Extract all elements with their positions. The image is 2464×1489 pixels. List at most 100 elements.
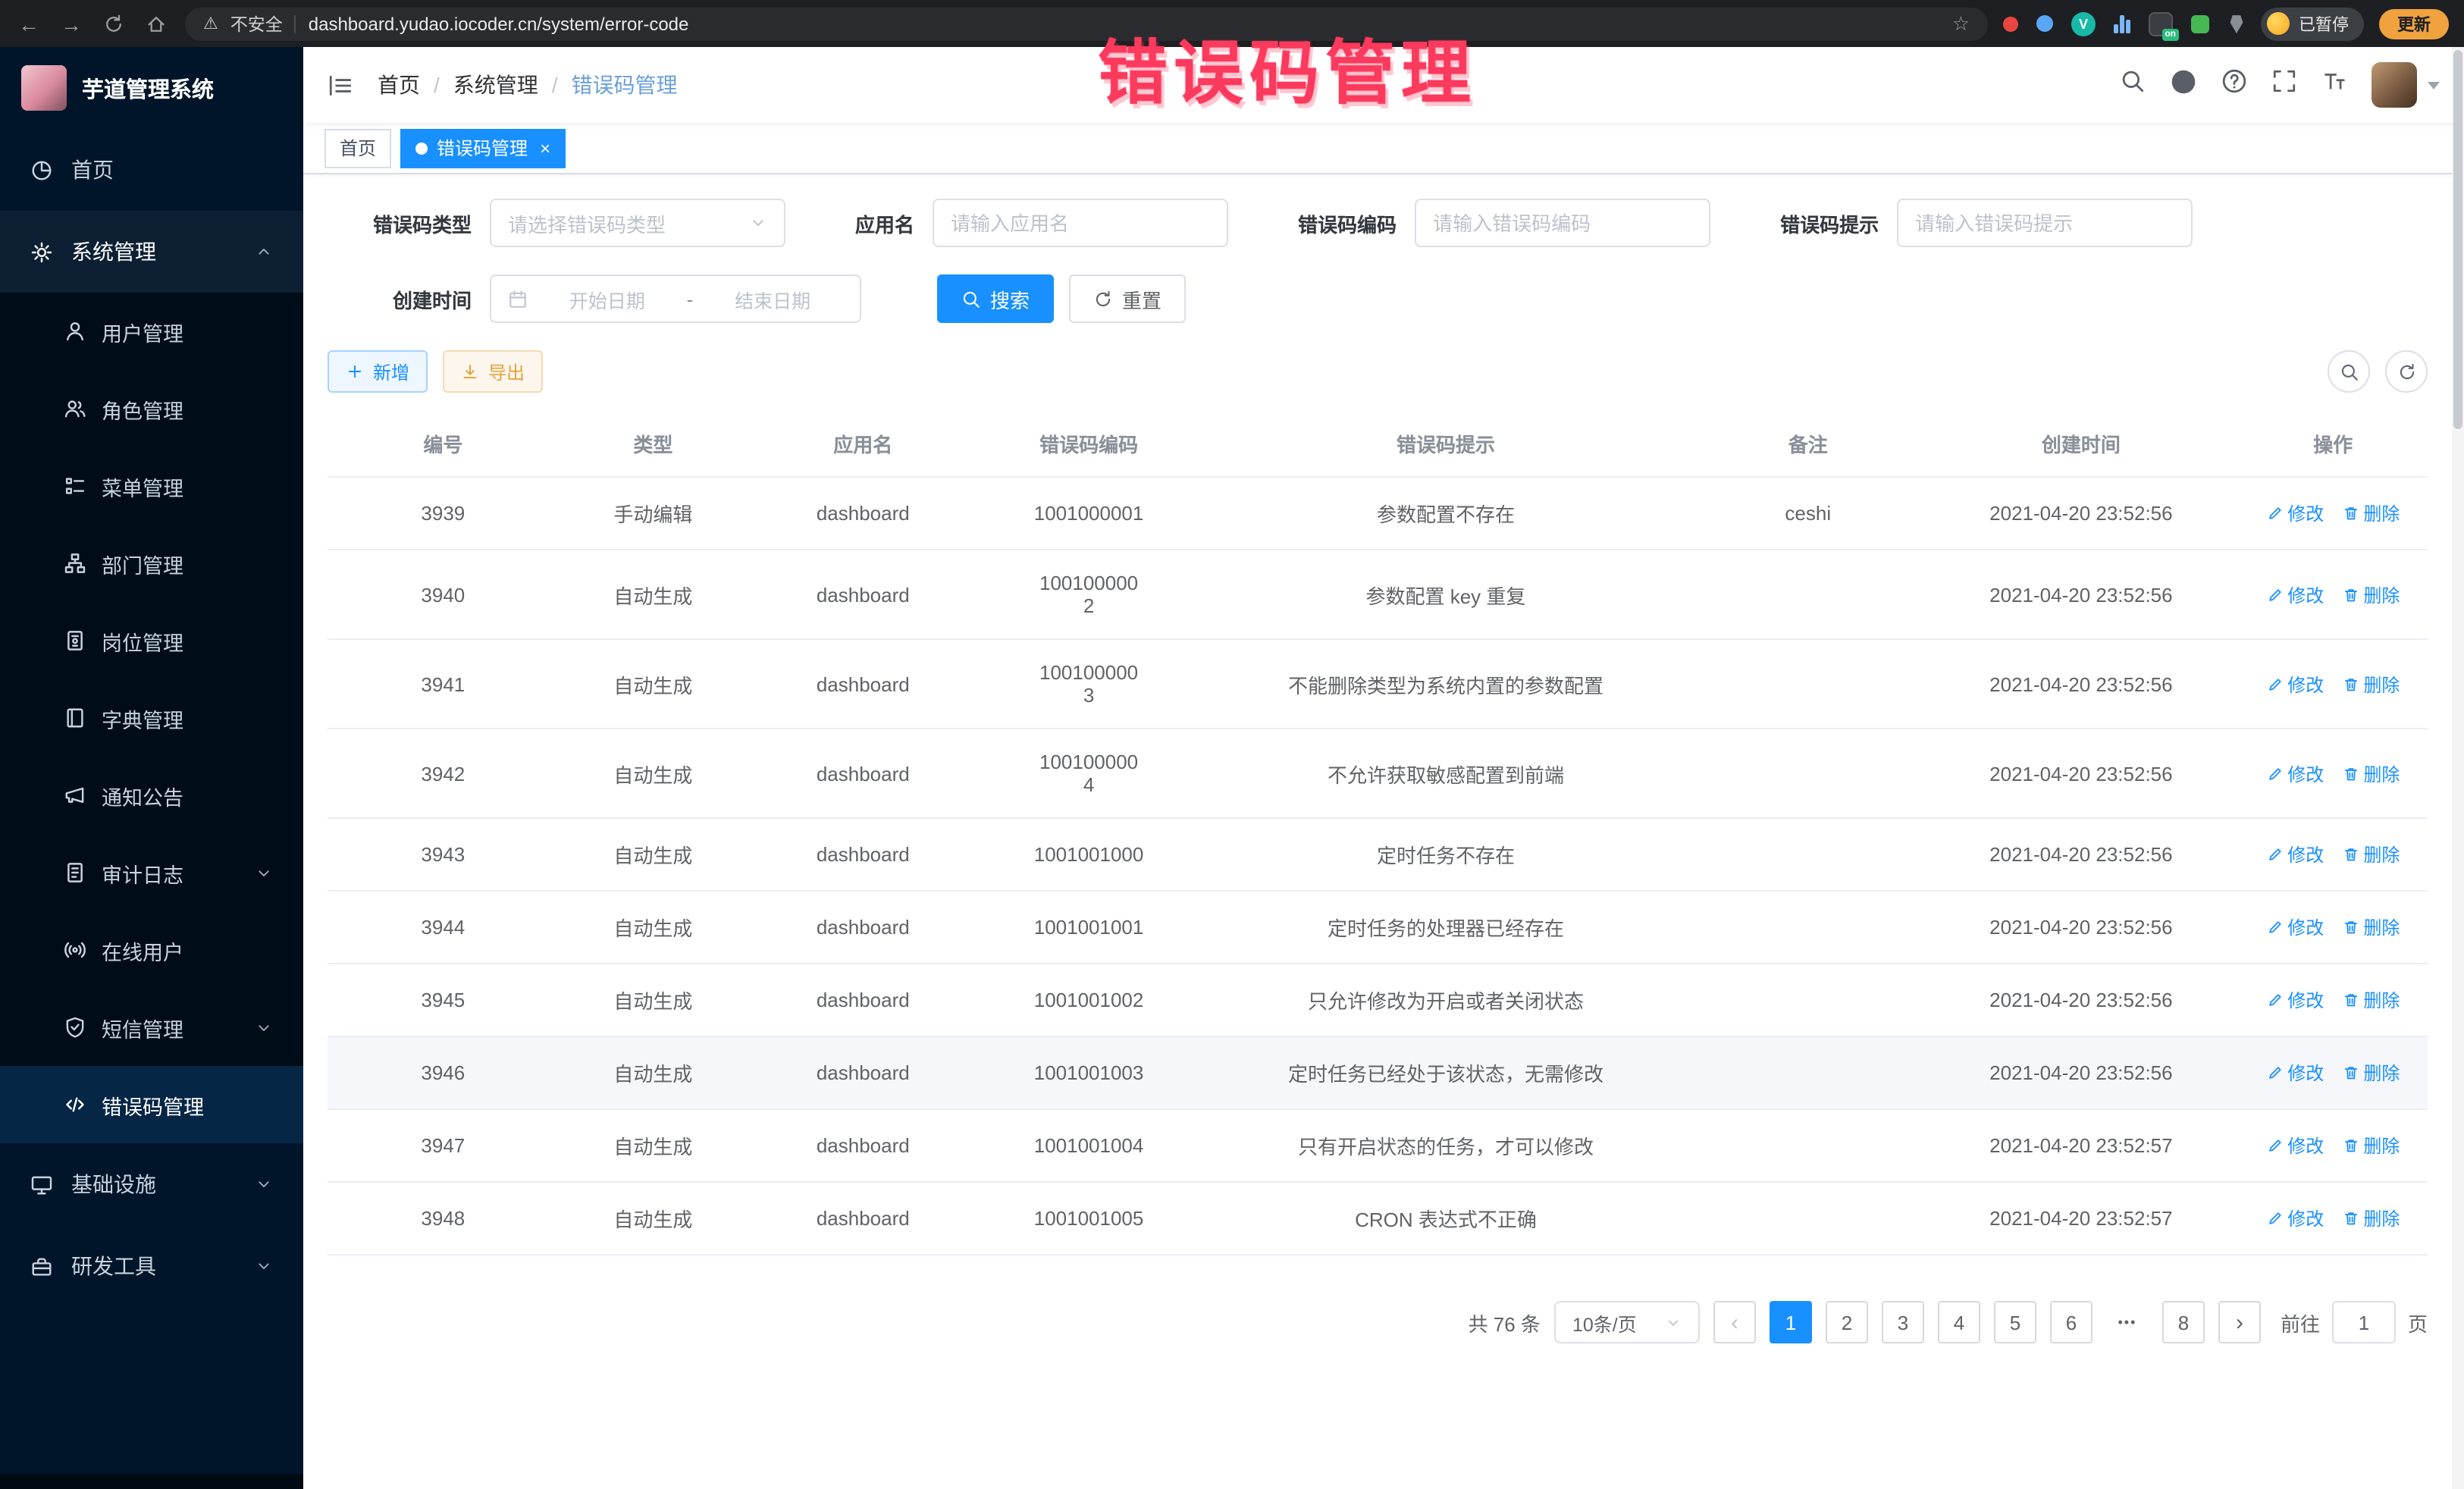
delete-link[interactable]: 删除 xyxy=(2342,671,2400,697)
tab-error-code-mgmt[interactable]: 错误码管理 × xyxy=(400,128,566,168)
last-page-button[interactable]: 8 xyxy=(2162,1301,2205,1343)
profile-paused-chip[interactable]: 已暂停 xyxy=(2261,7,2364,40)
page-size-select[interactable]: 10条/页 xyxy=(1554,1301,1700,1343)
forward-icon[interactable]: → xyxy=(58,11,85,36)
goto-page-input[interactable] xyxy=(2332,1301,2396,1343)
sidebar-item-audit-log[interactable]: 审计日志 xyxy=(0,834,303,911)
error-type-select[interactable]: 请选择错误码类型 xyxy=(490,199,785,247)
address-bar[interactable]: ⚠ 不安全 dashboard.yudao.iocoder.cn/system/… xyxy=(185,7,1988,40)
delete-link[interactable]: 删除 xyxy=(2342,914,2400,940)
page-number-button[interactable]: 2 xyxy=(1826,1301,1868,1343)
delete-link[interactable]: 删除 xyxy=(2342,987,2400,1013)
sidebar-item-home[interactable]: 首页 xyxy=(0,129,303,211)
bookmark-star-icon[interactable]: ☆ xyxy=(1952,11,1970,36)
close-icon[interactable]: × xyxy=(540,139,550,157)
download-icon xyxy=(461,362,479,381)
error-code-field xyxy=(1415,199,1710,247)
edit-link[interactable]: 修改 xyxy=(2266,500,2324,526)
page-content: 错误码类型 请选择错误码类型 应用名 错误码编码 xyxy=(303,174,2464,1489)
url-text[interactable]: dashboard.yudao.iocoder.cn/system/error-… xyxy=(309,13,689,34)
edit-link[interactable]: 修改 xyxy=(2266,1060,2324,1086)
add-button[interactable]: 新增 xyxy=(328,350,428,393)
sidebar-collapse-bar[interactable] xyxy=(0,1474,303,1489)
search-icon[interactable] xyxy=(2120,68,2146,102)
sidebar-item-notice[interactable]: 通知公告 xyxy=(0,757,303,834)
help-icon[interactable] xyxy=(2221,68,2247,102)
sidebar-item-sms-mgmt[interactable]: 短信管理 xyxy=(0,989,303,1066)
extension-icon-red-dot[interactable] xyxy=(2003,16,2018,31)
back-icon[interactable]: ← xyxy=(15,11,42,36)
extension-icon-blue[interactable] xyxy=(2036,15,2053,32)
sidebar-item-role-mgmt[interactable]: 角色管理 xyxy=(0,370,303,447)
edit-link[interactable]: 修改 xyxy=(2266,1205,2324,1231)
prev-page-button[interactable]: ‹ xyxy=(1713,1301,1756,1343)
scrollbar-thumb[interactable] xyxy=(2453,50,2462,429)
security-label[interactable]: 不安全 xyxy=(230,11,283,36)
app-name-input[interactable] xyxy=(951,212,1210,234)
refresh-table-button[interactable] xyxy=(2385,350,2428,393)
sidebar-item-dept-mgmt[interactable]: 部门管理 xyxy=(0,525,303,602)
system-mgmt-submenu: 用户管理 角色管理 菜单管理 部门管理 xyxy=(0,293,303,1143)
github-icon[interactable] xyxy=(2170,67,2197,102)
delete-link[interactable]: 删除 xyxy=(2342,842,2400,867)
user-menu[interactable] xyxy=(2372,62,2440,108)
edit-link[interactable]: 修改 xyxy=(2266,842,2324,867)
sidebar-item-user-mgmt[interactable]: 用户管理 xyxy=(0,293,303,370)
breadcrumb-home[interactable]: 首页 xyxy=(378,70,420,100)
extension-icon-stats[interactable] xyxy=(2114,14,2130,33)
delete-link[interactable]: 删除 xyxy=(2342,500,2400,526)
page-number-button[interactable]: 6 xyxy=(2050,1301,2093,1343)
breadcrumb-system-mgmt[interactable]: 系统管理 xyxy=(453,70,538,100)
sidebar-item-system-mgmt[interactable]: 系统管理 xyxy=(0,211,303,293)
edit-link[interactable]: 修改 xyxy=(2266,671,2324,697)
more-pages-button[interactable]: ••• xyxy=(2106,1301,2149,1343)
reset-button[interactable]: 重置 xyxy=(1069,274,1186,323)
page-number-button[interactable]: 5 xyxy=(1994,1301,2036,1343)
sidebar-item-dev-tools[interactable]: 研发工具 xyxy=(0,1225,303,1307)
edit-link[interactable]: 修改 xyxy=(2266,987,2324,1013)
edit-link-label: 修改 xyxy=(2287,671,2324,697)
sidebar-item-post-mgmt[interactable]: 岗位管理 xyxy=(0,602,303,679)
extensions-pin-icon[interactable] xyxy=(2227,14,2246,33)
extension-icon-app[interactable]: on xyxy=(2149,11,2173,36)
next-page-button[interactable]: › xyxy=(2218,1301,2261,1343)
browser-update-button[interactable]: 更新 xyxy=(2379,8,2449,39)
sidebar-item-label: 基础设施 xyxy=(71,1169,156,1199)
delete-link[interactable]: 删除 xyxy=(2342,1205,2400,1231)
error-code-input[interactable] xyxy=(1433,212,1692,234)
cell-type: 自动生成 xyxy=(559,891,748,964)
page-number-button[interactable]: 3 xyxy=(1882,1301,1924,1343)
sidebar-item-dict-mgmt[interactable]: 字典管理 xyxy=(0,679,303,757)
tab-home[interactable]: 首页 xyxy=(324,128,391,168)
delete-link[interactable]: 删除 xyxy=(2342,1060,2400,1086)
sidebar-item-menu-mgmt[interactable]: 菜单管理 xyxy=(0,447,303,525)
sidebar-logo[interactable]: 芋道管理系统 xyxy=(0,47,303,129)
page-scrollbar[interactable] xyxy=(2452,47,2464,1489)
hamburger-icon[interactable] xyxy=(328,72,353,98)
toggle-search-button[interactable] xyxy=(2328,350,2370,393)
sidebar-item-error-code-mgmt[interactable]: 错误码管理 xyxy=(0,1066,303,1143)
extension-icon-green[interactable] xyxy=(2191,14,2209,33)
extension-icon-v[interactable]: V xyxy=(2071,11,2096,36)
font-size-icon[interactable] xyxy=(2321,68,2347,102)
gear-icon xyxy=(30,240,53,263)
sidebar-item-infrastructure[interactable]: 基础设施 xyxy=(0,1143,303,1225)
delete-link[interactable]: 删除 xyxy=(2342,760,2400,786)
reload-icon[interactable] xyxy=(100,13,127,34)
delete-link[interactable]: 删除 xyxy=(2342,581,2400,607)
error-msg-input[interactable] xyxy=(1915,212,2174,234)
cell-remark xyxy=(1692,1036,1923,1109)
search-button[interactable]: 搜索 xyxy=(937,274,1054,323)
fullscreen-icon[interactable] xyxy=(2271,68,2297,102)
edit-link[interactable]: 修改 xyxy=(2266,1133,2324,1158)
page-number-button[interactable]: 1 xyxy=(1770,1301,1812,1343)
sidebar-item-online-users[interactable]: 在线用户 xyxy=(0,911,303,989)
export-button[interactable]: 导出 xyxy=(443,350,543,393)
home-icon[interactable] xyxy=(143,13,170,34)
delete-link[interactable]: 删除 xyxy=(2342,1133,2400,1158)
edit-link[interactable]: 修改 xyxy=(2266,760,2324,786)
date-range-picker[interactable]: 开始日期 - 结束日期 xyxy=(490,274,861,323)
edit-link[interactable]: 修改 xyxy=(2266,581,2324,607)
page-number-button[interactable]: 4 xyxy=(1938,1301,1980,1343)
edit-link[interactable]: 修改 xyxy=(2266,914,2324,940)
